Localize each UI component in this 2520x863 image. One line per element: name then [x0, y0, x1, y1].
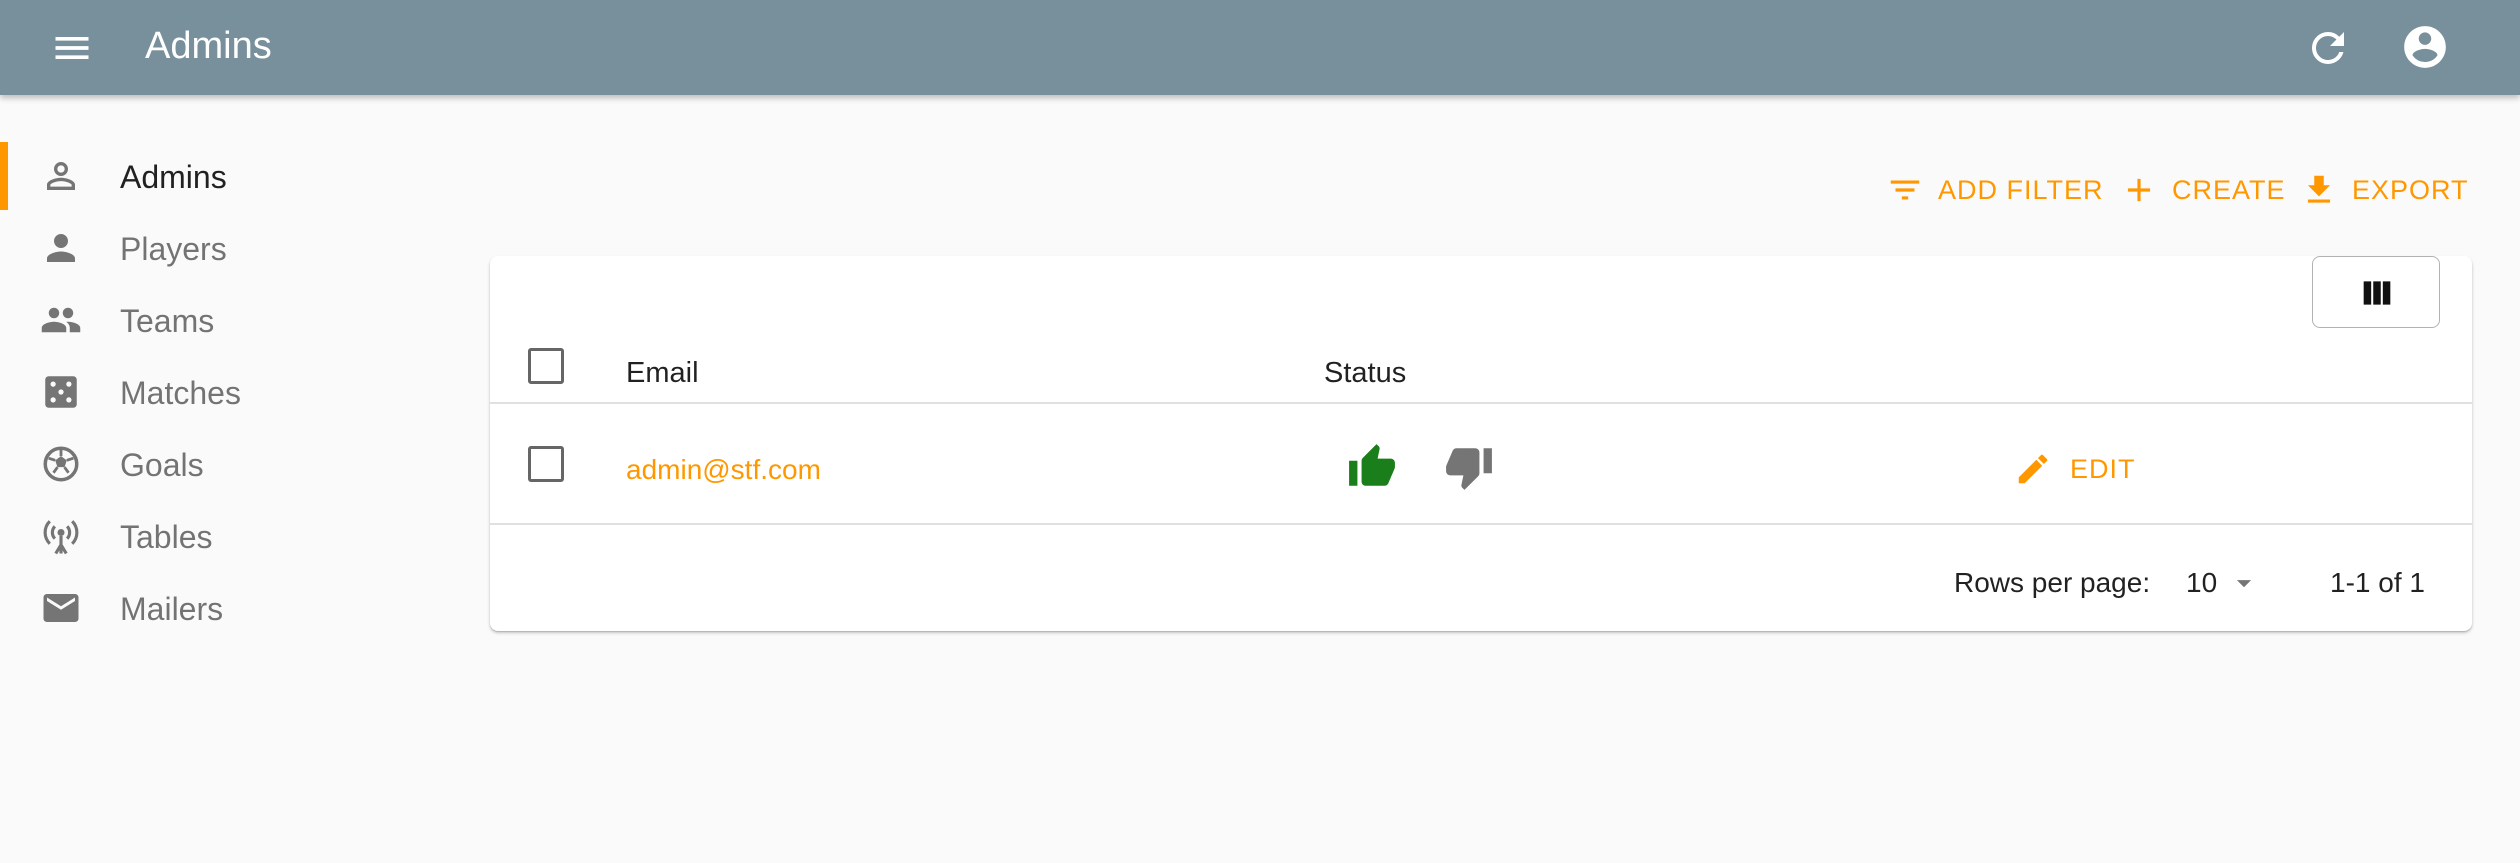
- thumb-down-icon[interactable]: [1444, 442, 1494, 492]
- sidebar-item-label: Goals: [120, 447, 204, 483]
- pencil-icon: [2018, 454, 2048, 484]
- app-bar: Admins: [0, 0, 2520, 95]
- page-title: Admins: [145, 25, 272, 67]
- rows-per-page-select[interactable]: 10: [2186, 559, 2261, 607]
- columns-button[interactable]: [2312, 256, 2440, 328]
- edit-button[interactable]: EDIT: [2014, 442, 2136, 496]
- sidebar-item-players[interactable]: Players: [0, 212, 420, 284]
- plus-icon: [2127, 178, 2151, 202]
- sidebar-item-mailers[interactable]: Mailers: [0, 572, 420, 644]
- add-filter-button[interactable]: ADD FILTER: [1886, 168, 2104, 212]
- sidebar-item-teams[interactable]: Teams: [0, 284, 420, 356]
- pagination-range: 1-1 of 1: [2330, 567, 2425, 598]
- antenna-icon: [40, 515, 82, 557]
- data-table-card: Email Status admin@stf.com EDIT Rows per…: [490, 256, 2472, 631]
- filter-icon: [1890, 180, 1920, 200]
- rows-per-page-value: 10: [2186, 567, 2218, 598]
- sidebar-item-label: Tables: [120, 519, 213, 555]
- view-column-icon: [2363, 281, 2391, 305]
- add-filter-label: ADD FILTER: [1938, 174, 2104, 205]
- export-label: EXPORT: [2352, 174, 2469, 205]
- edit-label: EDIT: [2070, 453, 2136, 484]
- sidebar-item-label: Matches: [120, 375, 241, 411]
- mail-icon: [40, 587, 82, 629]
- sidebar-item-tables[interactable]: Tables: [0, 500, 420, 572]
- sidebar-item-label: Admins: [120, 159, 227, 195]
- row-select-checkbox[interactable]: [528, 446, 564, 482]
- column-header-email[interactable]: Email: [626, 349, 699, 397]
- dice-icon: [40, 371, 82, 413]
- column-header-status[interactable]: Status: [1324, 349, 1406, 397]
- caret-down-icon: [2237, 580, 2252, 588]
- sidebar-item-label: Teams: [120, 303, 215, 339]
- download-icon: [2307, 175, 2331, 203]
- account-circle-icon[interactable]: [2400, 22, 2450, 72]
- email-cell[interactable]: admin@stf.com: [626, 444, 821, 496]
- person-icon: [40, 227, 82, 269]
- select-all-checkbox[interactable]: [528, 348, 564, 384]
- sidebar-item-matches[interactable]: Matches: [0, 356, 420, 428]
- person-outline-icon: [40, 155, 82, 197]
- sidebar-item-label: Players: [120, 231, 227, 267]
- rows-per-page-label: Rows per page:: [1954, 567, 2151, 598]
- row-divider: [490, 523, 2472, 525]
- hamburger-menu-icon[interactable]: [46, 26, 98, 70]
- sidebar-item-label: Mailers: [120, 591, 224, 627]
- sidebar-item-admins[interactable]: Admins: [0, 140, 420, 212]
- header-divider: [490, 402, 2472, 404]
- export-button[interactable]: EXPORT: [2300, 168, 2469, 212]
- sidebar-item-goals[interactable]: Goals: [0, 428, 420, 500]
- create-label: CREATE: [2172, 174, 2286, 205]
- refresh-icon[interactable]: [2304, 24, 2352, 72]
- people-icon: [40, 299, 82, 341]
- soccer-ball-icon: [40, 443, 82, 485]
- thumb-up-icon[interactable]: [1347, 442, 1397, 492]
- create-button[interactable]: CREATE: [2120, 168, 2286, 212]
- sidebar: Admins Players Teams Matches Goals Table…: [0, 140, 420, 644]
